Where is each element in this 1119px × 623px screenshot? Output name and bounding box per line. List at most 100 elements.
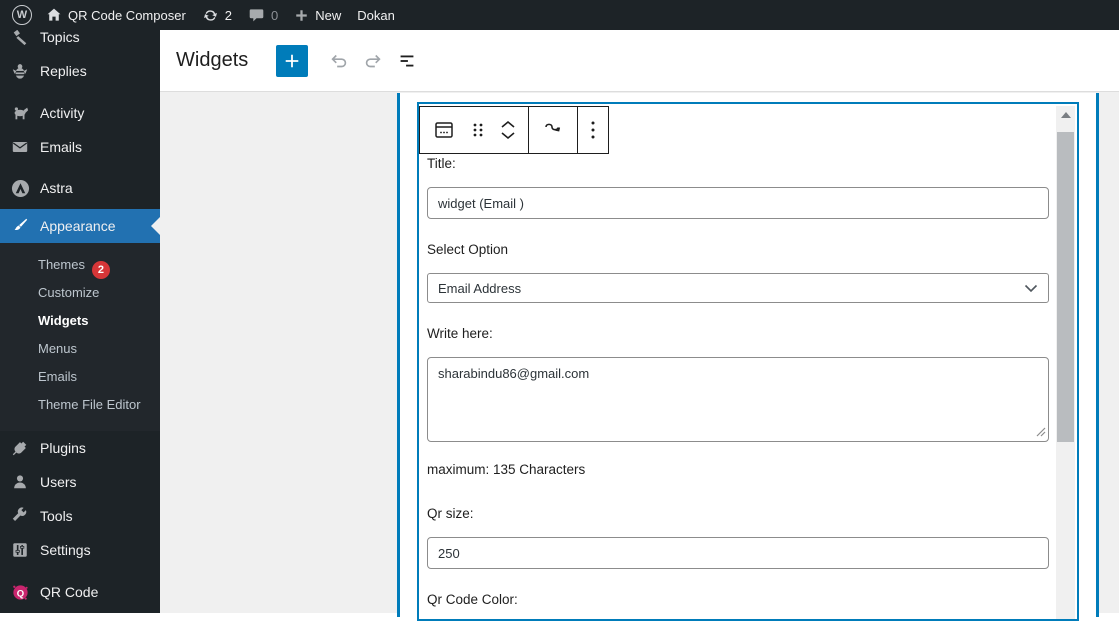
kebab-menu-icon: [591, 121, 595, 139]
block-options-button[interactable]: [590, 120, 596, 140]
submenu-item-emails[interactable]: Emails: [0, 363, 160, 391]
widget-icon: [435, 122, 453, 138]
qr-size-label: Qr size:: [427, 506, 474, 521]
updates-icon: [203, 9, 217, 21]
sidebar-item-label: Appearance: [40, 218, 116, 234]
redo-icon: [366, 54, 381, 67]
submenu-item-widgets[interactable]: Widgets: [0, 307, 160, 335]
content-textarea[interactable]: sharabindu86@gmail.com: [427, 357, 1049, 442]
move-down-button[interactable]: [500, 131, 516, 140]
envelope-icon: [10, 138, 30, 156]
themes-update-badge: 2: [91, 261, 110, 279]
plugin-icon: [10, 439, 30, 457]
legacy-widget-form: Title: Select Option Email Address Write…: [427, 156, 1049, 623]
sidebar-item-tools[interactable]: Tools: [0, 499, 160, 533]
site-name: QR Code Composer: [68, 7, 186, 23]
activity-icon: [10, 104, 30, 122]
legacy-widget-block[interactable]: Title: Select Option Email Address Write…: [417, 102, 1079, 621]
replies-bee-icon: [10, 62, 30, 80]
sidebar-item-plugins[interactable]: Plugins: [0, 431, 160, 465]
chevron-down-icon: [1024, 284, 1038, 292]
list-view-button[interactable]: [390, 44, 424, 78]
move-up-button[interactable]: [500, 120, 516, 129]
resize-grip-icon[interactable]: [1036, 427, 1046, 437]
title-label: Title:: [427, 156, 456, 171]
wordpress-logo-icon[interactable]: W: [12, 5, 32, 25]
comments-menu[interactable]: 0: [248, 7, 278, 23]
editor-header: Widgets: [160, 30, 1119, 92]
title-input[interactable]: [427, 187, 1049, 219]
qr-code-plugin-icon: Q: [10, 583, 30, 602]
sidebar-item-label: Emails: [40, 139, 83, 155]
sidebar-item-label: Astra: [40, 180, 73, 196]
chevron-down-icon: [501, 132, 515, 140]
comment-icon: [249, 9, 264, 22]
list-view-icon: [400, 55, 414, 66]
redo-button[interactable]: [356, 44, 390, 78]
option-select[interactable]: Email Address: [427, 273, 1049, 303]
max-characters-note: maximum: 135 Characters: [427, 462, 586, 477]
new-label: New: [315, 7, 342, 23]
drag-handle-icon: [473, 123, 483, 137]
submenu-item-theme-file-editor[interactable]: Theme File Editor: [0, 391, 160, 419]
dokan-menu[interactable]: Dokan: [357, 8, 395, 23]
undo-button[interactable]: [322, 44, 356, 78]
svg-text:Q: Q: [16, 588, 23, 599]
updates-count: 2: [224, 7, 233, 23]
updates-menu[interactable]: 2: [202, 7, 232, 24]
widgets-editor: Widgets Title: widget (Email) Select Op…: [160, 30, 1119, 621]
select-option-label: Select Option: [427, 242, 509, 257]
sidebar-item-label: Topics: [40, 30, 80, 45]
submenu-item-menus[interactable]: Menus: [0, 335, 160, 363]
topics-icon: [10, 30, 30, 46]
sidebar-item-topics[interactable]: Topics: [0, 30, 160, 54]
dokan-label: Dokan: [357, 7, 395, 23]
widget-form-scrollbar[interactable]: [1056, 106, 1075, 619]
appearance-submenu: Themes 2 Customize Widgets Menus Emails T…: [0, 243, 160, 431]
write-here-label: Write here:: [427, 326, 493, 341]
sidebar-item-label: Replies: [40, 63, 87, 79]
qr-color-label: Qr Code Color:: [427, 592, 518, 607]
sidebar-item-qr-code[interactable]: Q QR Code: [0, 575, 160, 609]
wrench-icon: [10, 507, 30, 525]
move-to-widget-area-button[interactable]: [541, 118, 565, 142]
site-menu[interactable]: QR Code Composer: [46, 7, 186, 23]
comments-count: 0: [271, 7, 279, 23]
flow-arrow-icon: [545, 123, 561, 132]
sidebar-item-label: QR Code: [40, 584, 99, 600]
submenu-item-themes[interactable]: Themes 2: [0, 251, 160, 279]
sidebar-item-users[interactable]: Users: [0, 465, 160, 499]
scroll-up-arrow-icon: [1060, 111, 1071, 118]
sidebar-item-activity[interactable]: Activity: [0, 96, 160, 130]
drag-handle[interactable]: [470, 121, 486, 139]
user-icon: [10, 473, 30, 491]
sidebar-item-settings[interactable]: Settings: [0, 533, 160, 567]
sliders-icon: [10, 541, 30, 559]
sidebar-item-label: Plugins: [40, 440, 86, 456]
submenu-item-customize[interactable]: Customize: [0, 279, 160, 307]
block-toolbar: [419, 106, 609, 154]
editor-canvas: Title: Select Option Email Address Write…: [160, 93, 1119, 621]
home-icon: [47, 8, 61, 21]
page-title: Widgets: [176, 49, 249, 71]
sidebar-item-emails[interactable]: Emails: [0, 130, 160, 164]
scrollbar-thumb[interactable]: [1057, 132, 1074, 442]
chevron-up-icon: [501, 120, 515, 128]
sidebar-item-label: Tools: [40, 508, 73, 524]
scrollbar-up-button[interactable]: [1056, 106, 1075, 123]
sidebar-item-label: Settings: [40, 542, 91, 558]
undo-icon: [331, 54, 347, 67]
astra-logo-icon: [10, 179, 30, 198]
selected-option: Email Address: [438, 280, 522, 296]
qr-size-input[interactable]: [427, 537, 1049, 569]
paintbrush-icon: [10, 217, 30, 235]
new-content-menu[interactable]: New: [294, 8, 341, 23]
sidebar-item-appearance[interactable]: Appearance: [0, 209, 160, 243]
block-inserter-button[interactable]: [276, 44, 309, 77]
sidebar-item-label: Activity: [40, 105, 85, 121]
widget-area-block[interactable]: Title: Select Option Email Address Write…: [397, 93, 1099, 621]
admin-bar: W QR Code Composer 2 0 New Dokan: [0, 0, 1119, 30]
sidebar-item-replies[interactable]: Replies: [0, 54, 160, 88]
widget-block-type-button[interactable]: [432, 118, 456, 142]
sidebar-item-astra[interactable]: Astra: [0, 171, 160, 205]
